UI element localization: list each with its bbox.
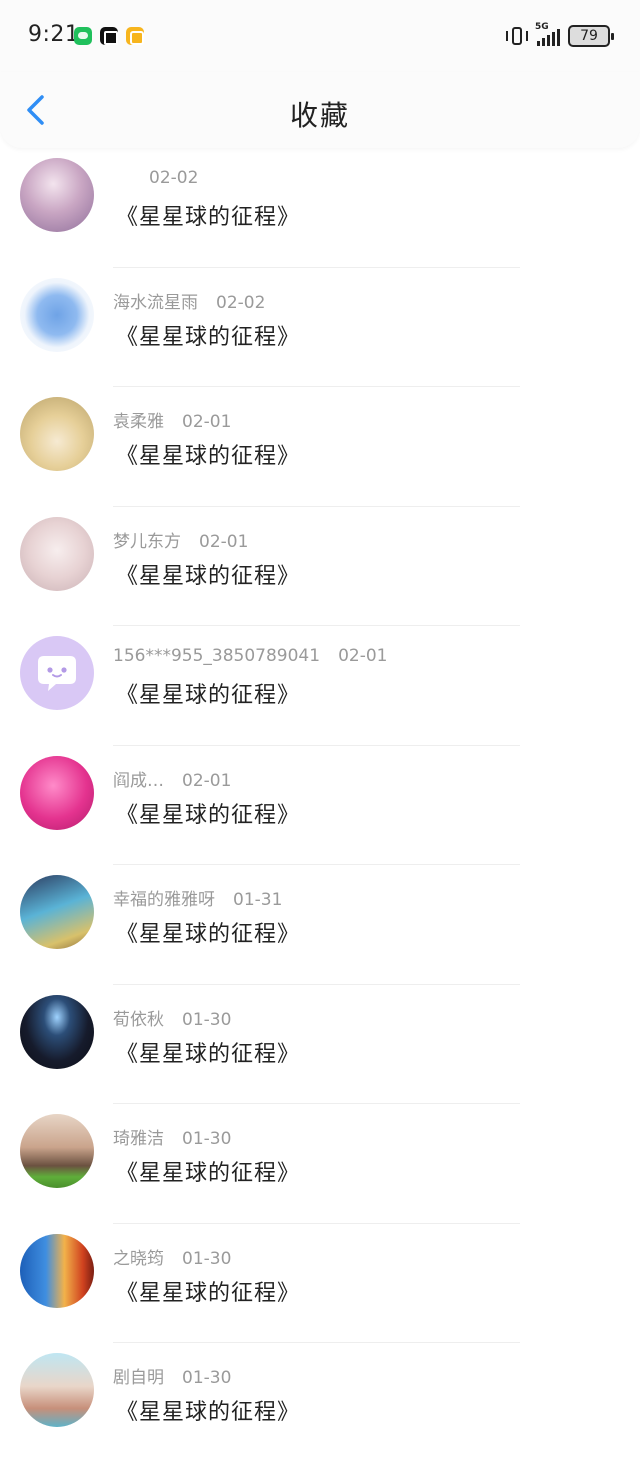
- item-title: 《星星球的征程》: [116, 1280, 301, 1306]
- avatar[interactable]: [20, 994, 94, 1069]
- battery-icon: 79: [568, 25, 614, 47]
- user-name[interactable]: 梦儿东方: [113, 532, 181, 552]
- user-name[interactable]: 幸福的雅雅呀: [113, 890, 215, 910]
- user-name[interactable]: 袁柔雅: [113, 412, 164, 432]
- list-item[interactable]: 156***955_3850789041 02-01 《星星球的征程》: [0, 626, 640, 746]
- avatar[interactable]: [20, 277, 94, 352]
- item-date: 01-31: [233, 890, 283, 910]
- item-date: 02-01: [182, 412, 232, 432]
- user-name[interactable]: 剧自明: [113, 1368, 164, 1388]
- status-time: 9:21: [28, 22, 80, 47]
- status-bar: 9:21 5G 79: [0, 0, 640, 72]
- item-title: 《星星球的征程》: [116, 205, 301, 230]
- item-title: 《星星球的征程》: [116, 922, 301, 947]
- user-name[interactable]: 156***955_3850789041: [113, 646, 320, 666]
- list-item[interactable]: 梦儿东方 02-01 《星星球的征程》: [0, 507, 640, 626]
- user-name[interactable]: 荀依秋: [113, 1010, 164, 1030]
- capcut-icon: [100, 27, 118, 45]
- user-name[interactable]: 之晓筠: [113, 1249, 164, 1269]
- user-name[interactable]: 海水流星雨: [113, 293, 198, 313]
- list-item[interactable]: 02-02 《星星球的征程》: [0, 148, 640, 268]
- item-title: 《星星球的征程》: [116, 802, 301, 828]
- vibrate-icon: [505, 24, 529, 48]
- wechat-icon: [74, 27, 92, 45]
- battery-level: 79: [580, 28, 598, 44]
- system-indicators: 5G 79: [505, 22, 614, 48]
- item-title: 《星星球的征程》: [116, 683, 301, 708]
- network-label: 5G: [535, 22, 549, 32]
- item-date: 01-30: [182, 1368, 232, 1388]
- list-item[interactable]: 幸福的雅雅呀 01-31 《星星球的征程》: [0, 865, 640, 985]
- avatar[interactable]: [20, 636, 94, 710]
- item-date: 02-02: [216, 292, 266, 313]
- list-item[interactable]: 海水流星雨 02-02 《星星球的征程》: [0, 268, 640, 387]
- item-title: 《星星球的征程》: [116, 324, 301, 350]
- avatar[interactable]: [20, 158, 94, 232]
- avatar[interactable]: [20, 1114, 94, 1188]
- item-date: 01-30: [182, 1129, 232, 1149]
- nav-header: 收藏: [0, 72, 640, 148]
- notes-icon: [126, 27, 144, 45]
- page-title: 收藏: [289, 99, 350, 132]
- item-date: 02-01: [199, 531, 249, 552]
- user-name[interactable]: 琦雅洁: [113, 1129, 164, 1149]
- avatar[interactable]: [20, 516, 94, 591]
- item-date: 01-30: [182, 1248, 232, 1269]
- list-item[interactable]: 袁柔雅 02-01 《星星球的征程》: [0, 387, 640, 507]
- list-item[interactable]: 荀依秋 01-30 《星星球的征程》: [0, 985, 640, 1104]
- signal-icon: 5G: [535, 22, 560, 46]
- item-title: 《星星球的征程》: [116, 563, 301, 589]
- avatar[interactable]: [20, 755, 94, 830]
- item-title: 《星星球的征程》: [116, 1161, 301, 1186]
- item-date: 01-30: [182, 1009, 232, 1030]
- avatar[interactable]: [20, 875, 94, 949]
- item-title: 《星星球的征程》: [116, 1400, 301, 1425]
- avatar[interactable]: [20, 1233, 94, 1308]
- favorites-list: 02-02 《星星球的征程》 海水流星雨 02-02 《星星球的征程》 袁柔雅 02…: [0, 148, 640, 1463]
- item-title: 《星星球的征程》: [116, 1041, 301, 1067]
- list-item[interactable]: 阎成… 02-01 《星星球的征程》: [0, 746, 640, 865]
- notification-icons: [74, 27, 144, 45]
- item-title: 《星星球的征程》: [116, 444, 301, 469]
- avatar[interactable]: [20, 397, 94, 471]
- item-date: 02-01: [182, 770, 232, 791]
- item-date: 02-02: [149, 168, 199, 188]
- list-item[interactable]: 琦雅洁 01-30 《星星球的征程》: [0, 1104, 640, 1224]
- user-name[interactable]: 阎成…: [113, 771, 164, 791]
- list-item[interactable]: 之晓筠 01-30 《星星球的征程》: [0, 1224, 640, 1343]
- avatar[interactable]: [20, 1353, 94, 1427]
- chat-bubble-icon: [38, 656, 76, 691]
- list-item[interactable]: 剧自明 01-30 《星星球的征程》: [0, 1343, 640, 1463]
- item-date: 02-01: [338, 646, 388, 666]
